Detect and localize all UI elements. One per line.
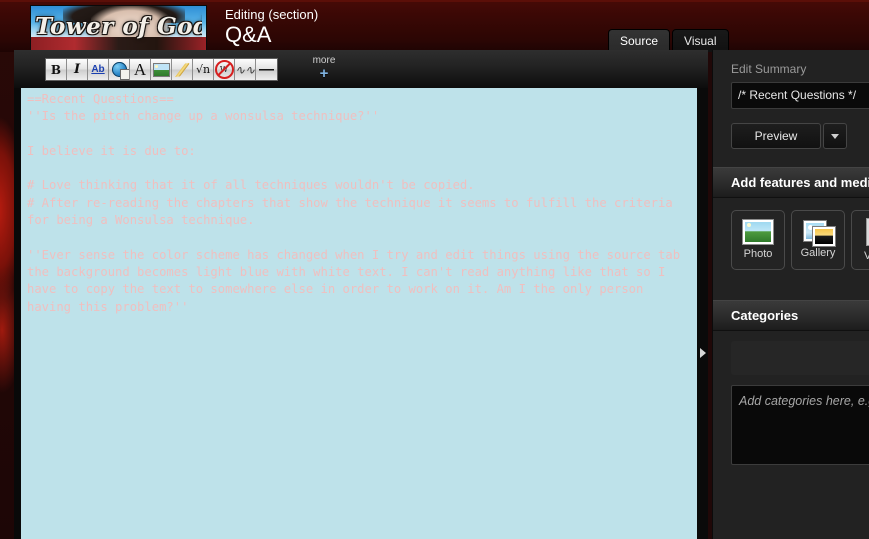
- add-gallery-label: Gallery: [800, 247, 836, 259]
- italic-icon[interactable]: I: [67, 59, 88, 80]
- editor-right-rail: [697, 88, 708, 539]
- categories-list: [731, 341, 869, 375]
- editing-label: Editing (section): [225, 7, 319, 22]
- add-video-label: Video: [864, 250, 869, 262]
- expand-rail-arrow-icon[interactable]: [700, 348, 706, 358]
- toolbar-button-group: B I Ab A √n W ∿∿ —: [45, 58, 278, 81]
- tab-source[interactable]: Source: [608, 29, 671, 52]
- add-features-heading: Add features and media: [713, 167, 869, 198]
- wiki-logo-text: Tower of God: [35, 13, 202, 40]
- categories-heading: Categories: [713, 300, 869, 331]
- editor-toolbar: B I Ab A √n W ∿∿ — more +: [14, 50, 708, 89]
- nowiki-icon[interactable]: W: [214, 59, 235, 80]
- editor-page: Tower of God Editing (section) Q&A Sourc…: [0, 0, 869, 539]
- globe-icon: [111, 62, 129, 80]
- text-format-icon[interactable]: A: [130, 59, 151, 80]
- internal-link-icon[interactable]: [109, 59, 130, 80]
- preview-button-group: Preview: [731, 123, 869, 149]
- chevron-down-icon: [831, 133, 839, 139]
- editor-left-gutter: [14, 88, 21, 539]
- bold-icon[interactable]: B: [46, 59, 67, 80]
- add-gallery-button[interactable]: Gallery: [791, 210, 845, 270]
- page-title: Q&A: [225, 22, 272, 47]
- tab-visual[interactable]: Visual: [672, 29, 729, 52]
- picture-icon: [152, 62, 170, 77]
- categories-input[interactable]: Add categories here, e.g.: [731, 385, 869, 465]
- add-photo-label: Photo: [743, 248, 773, 260]
- gallery-icon-front-photo: [813, 227, 835, 246]
- add-video-button[interactable]: Video: [851, 210, 869, 270]
- preview-dropdown-button[interactable]: [823, 123, 847, 149]
- horizontal-rule-icon[interactable]: —: [256, 59, 277, 80]
- media-button-grid: Photo Gallery Video: [713, 198, 869, 282]
- math-formula-icon[interactable]: √n: [193, 59, 214, 80]
- horn-icon: [173, 62, 191, 77]
- photo-icon: [743, 220, 773, 244]
- site-header: Tower of God Editing (section) Q&A Sourc…: [0, 0, 869, 52]
- editor-mode-tabs: Source Visual: [608, 28, 729, 52]
- wiki-logo[interactable]: Tower of God: [30, 5, 207, 51]
- source-editor-area[interactable]: ==Recent Questions== ''Is the pitch chan…: [21, 88, 697, 539]
- add-photo-button[interactable]: Photo: [731, 210, 785, 270]
- edit-summary-label: Edit Summary: [731, 62, 807, 76]
- insert-media-icon[interactable]: [172, 59, 193, 80]
- gallery-icon: [804, 221, 835, 246]
- plus-icon: +: [319, 65, 329, 82]
- source-wikitext[interactable]: ==Recent Questions== ''Is the pitch chan…: [27, 91, 691, 316]
- editor-sidebar: Edit Summary /* Recent Questions */ Prev…: [712, 50, 869, 539]
- edit-summary-input[interactable]: /* Recent Questions */: [731, 82, 869, 109]
- toolbar-more-button[interactable]: more +: [302, 54, 346, 82]
- editor-shell: B I Ab A √n W ∿∿ — more + ==Recent Quest…: [14, 50, 708, 539]
- underline-icon[interactable]: Ab: [88, 59, 109, 80]
- no-wiki-markup-icon: W: [214, 60, 234, 79]
- signature-icon[interactable]: ∿∿: [235, 59, 256, 80]
- insert-image-icon[interactable]: [151, 59, 172, 80]
- preview-button[interactable]: Preview: [731, 123, 821, 149]
